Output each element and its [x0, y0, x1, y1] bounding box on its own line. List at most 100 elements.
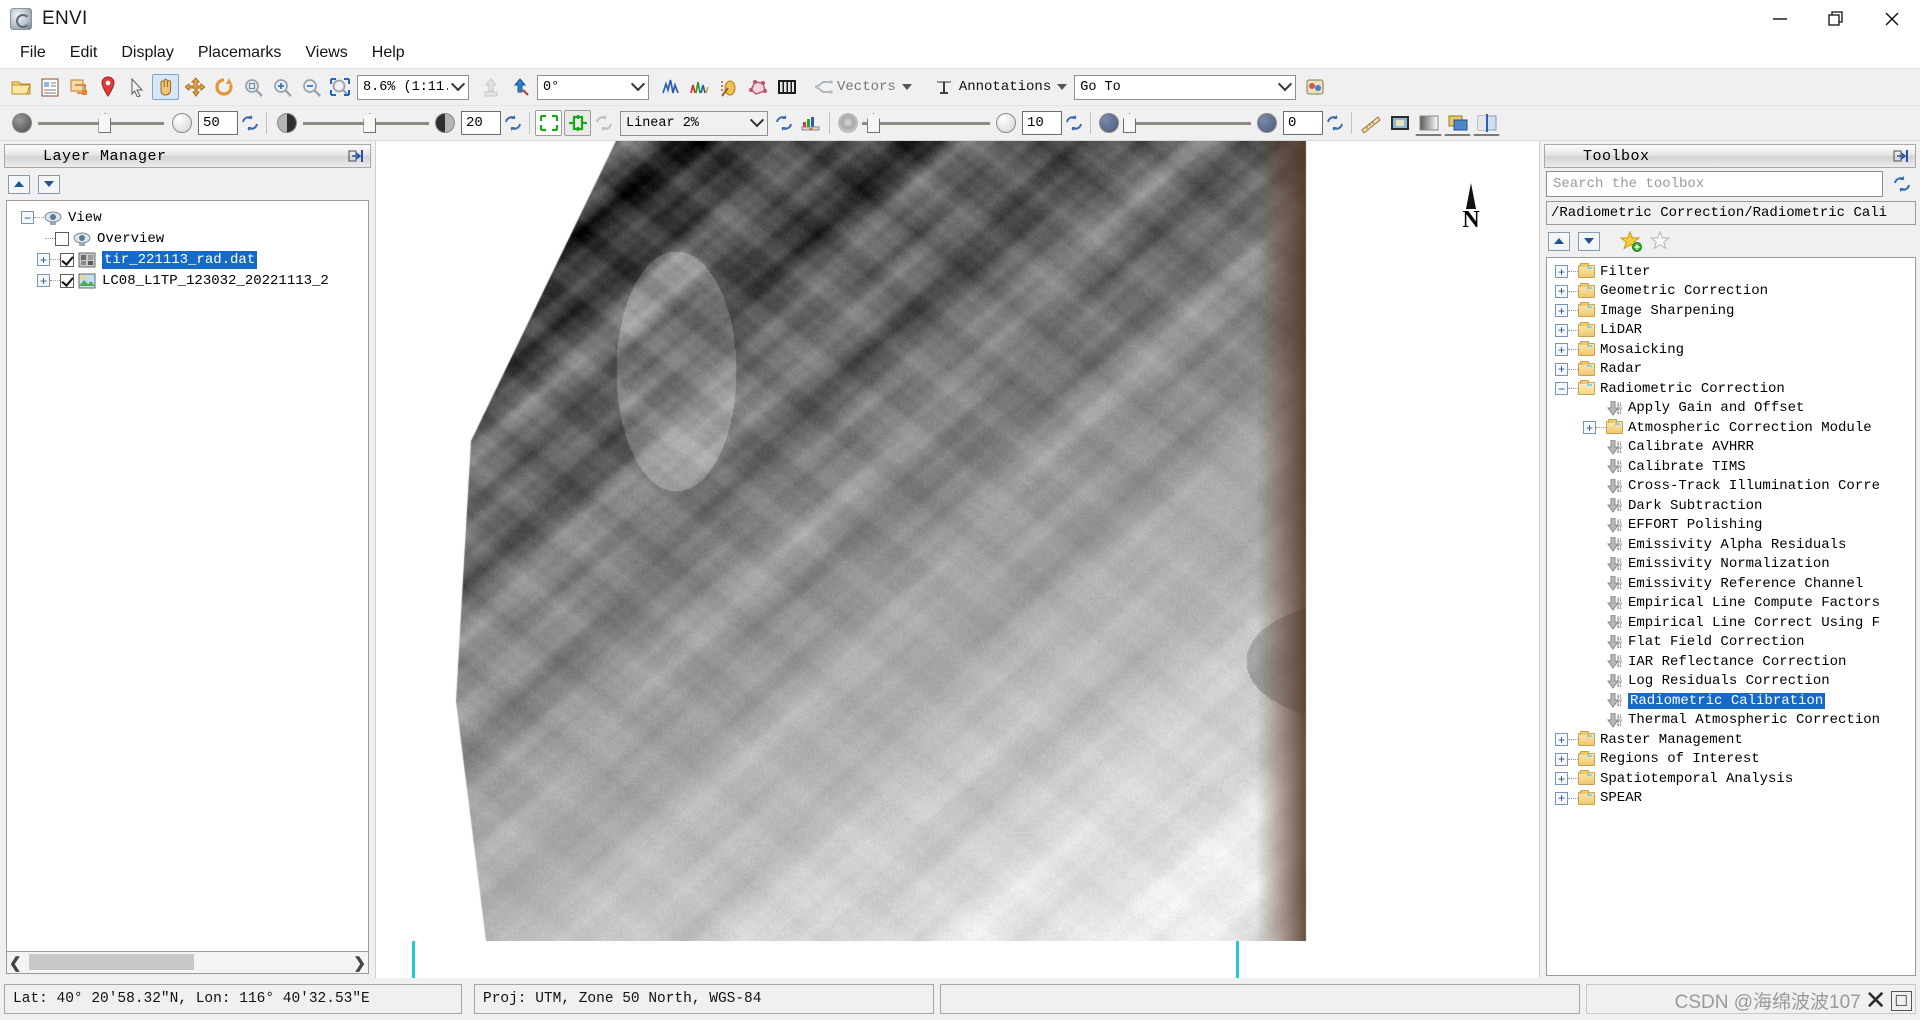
stretch-on-view-icon[interactable]: [535, 110, 562, 136]
expander-expand-icon[interactable]: +: [1555, 772, 1568, 786]
stretch-refresh-icon[interactable]: [592, 111, 616, 135]
reset-transparency-icon[interactable]: [1323, 111, 1347, 135]
toolbox-item-effort-polishing[interactable]: 01 10 01 EFFORT Polishing: [1547, 516, 1915, 536]
toolbox-item-thermal-atmospheric-correction[interactable]: 01 10 01 Thermal Atmospheric Correction: [1547, 711, 1915, 731]
stretch-type-combobox[interactable]: Linear 2%: [620, 110, 768, 136]
fly-navigate-icon[interactable]: [181, 74, 208, 100]
brightness-value-input[interactable]: 50: [198, 111, 238, 135]
color-slices-icon[interactable]: [773, 74, 800, 100]
toolbox-item-dark-subtraction[interactable]: 01 10 01 Dark Subtraction: [1547, 496, 1915, 516]
image-view[interactable]: N: [375, 141, 1540, 978]
expander-expand-icon[interactable]: +: [1555, 733, 1568, 747]
close-icon[interactable]: [1864, 0, 1920, 38]
zoom-out-icon[interactable]: [297, 74, 324, 100]
pan-hand-icon[interactable]: [152, 74, 179, 100]
toolbox-item-emissivity-alpha-residuals[interactable]: 01 10 01 Emissivity Alpha Residuals: [1547, 535, 1915, 555]
toolbox-item-filter[interactable]: + Filter: [1547, 262, 1915, 282]
expander-expand-icon[interactable]: +: [1555, 362, 1568, 376]
scroll-left-icon[interactable]: ❮: [9, 954, 22, 972]
wizard-icon[interactable]: [1301, 74, 1328, 100]
reset-brightness-icon[interactable]: [238, 111, 262, 135]
chevron-down-icon[interactable]: [747, 112, 767, 135]
stretch-on-full-scene-icon[interactable]: [564, 110, 591, 136]
remove-favorite-star-icon[interactable]: [1649, 230, 1672, 252]
layer-row-tir-rad[interactable]: + tir_221113_rad.dat: [7, 249, 368, 270]
apply-stretch-icon[interactable]: [772, 111, 796, 135]
chevron-down-icon[interactable]: [901, 84, 912, 90]
toolbox-item-spear[interactable]: + SPEAR: [1547, 789, 1915, 809]
rotate-icon[interactable]: [210, 74, 237, 100]
expander-expand-icon[interactable]: +: [37, 274, 50, 287]
chevron-down-icon[interactable]: [628, 76, 648, 99]
expander-collapse-icon[interactable]: −: [1555, 382, 1568, 396]
move-layer-up-button[interactable]: [8, 174, 30, 194]
toolbox-search-input[interactable]: Search the toolbox: [1546, 171, 1883, 197]
expander-expand-icon[interactable]: +: [1555, 343, 1568, 357]
dock-pin-icon[interactable]: [346, 147, 366, 165]
toolbox-item-log-residuals-correction[interactable]: 01 10 01 Log Residuals Correction: [1547, 672, 1915, 692]
sharpen-slider[interactable]: [862, 113, 990, 133]
sharpen-slider-thumb[interactable]: [867, 113, 881, 133]
north-up-icon[interactable]: [506, 74, 533, 100]
move-layer-down-button[interactable]: [38, 174, 60, 194]
toolbox-item-calibrate-tims[interactable]: 01 10 01 Calibrate TIMS: [1547, 457, 1915, 477]
region-of-interest-icon[interactable]: [715, 74, 742, 100]
chevron-down-icon[interactable]: [448, 76, 468, 99]
select-arrow-icon[interactable]: [123, 74, 150, 100]
expander-expand-icon[interactable]: +: [1555, 791, 1568, 805]
contrast-value-input[interactable]: 20: [461, 111, 501, 135]
layer-row-lc08[interactable]: + LC08_L1TP_123032_20221113_2: [7, 270, 368, 291]
chevron-down-icon[interactable]: [1275, 76, 1295, 99]
expander-expand-icon[interactable]: +: [1555, 323, 1568, 337]
flicker-layers-icon[interactable]: [1444, 110, 1471, 136]
raster-scene-canvas[interactable]: [376, 141, 1516, 941]
layer-row-view[interactable]: − View: [7, 207, 368, 228]
annotations-menu-button[interactable]: Annotations: [931, 78, 1070, 96]
dock-pin-icon[interactable]: [1891, 147, 1911, 165]
toolbox-item-lidar[interactable]: + LiDAR: [1547, 321, 1915, 341]
layer-visibility-checkbox[interactable]: [60, 273, 74, 288]
toolbox-item-radar[interactable]: + Radar: [1547, 360, 1915, 380]
toolbox-item-cross-track-illumination-corre[interactable]: 01 10 01 Cross-Track Illumination Corre: [1547, 477, 1915, 497]
measure-tool-icon[interactable]: [1357, 110, 1384, 136]
hscroll-thumb[interactable]: [29, 954, 194, 970]
toolbox-item-apply-gain-and-offset[interactable]: 01 10 01 Apply Gain and Offset: [1547, 399, 1915, 419]
toolbox-item-geometric-correction[interactable]: + Geometric Correction: [1547, 282, 1915, 302]
chevron-down-icon[interactable]: [1057, 84, 1068, 90]
toolbox-item-iar-reflectance-correction[interactable]: 01 10 01 IAR Reflectance Correction: [1547, 652, 1915, 672]
expander-expand-icon[interactable]: +: [1555, 752, 1568, 766]
crop-region-icon[interactable]: [65, 74, 92, 100]
sharpen-value-input[interactable]: 10: [1022, 111, 1062, 135]
layer-row-overview[interactable]: Overview: [7, 228, 368, 249]
zoom-level-combobox[interactable]: 8.6% (1:11.6): [357, 74, 469, 100]
toolbox-item-empirical-line-compute-factors[interactable]: 01 10 01 Empirical Line Compute Factors: [1547, 594, 1915, 614]
rotation-combobox[interactable]: 0°: [537, 74, 649, 100]
swipe-layers-icon[interactable]: [1473, 110, 1500, 136]
placemark-pin-icon[interactable]: [94, 74, 121, 100]
expander-expand-icon[interactable]: +: [37, 253, 50, 266]
expander-expand-icon[interactable]: +: [1555, 265, 1568, 279]
menu-placemarks[interactable]: Placemarks: [186, 41, 294, 65]
menu-display[interactable]: Display: [109, 41, 185, 65]
toolbox-item-mosaicking[interactable]: + Mosaicking: [1547, 340, 1915, 360]
layer-tree[interactable]: − View Overview + tir_221113_rad.dat + L…: [6, 200, 369, 952]
transparency-slider-thumb[interactable]: [1123, 113, 1136, 133]
blend-layers-icon[interactable]: [1415, 110, 1442, 136]
transparency-slider[interactable]: [1123, 113, 1251, 133]
menu-views[interactable]: Views: [293, 41, 359, 65]
toolbox-item-regions-of-interest[interactable]: + Regions of Interest: [1547, 750, 1915, 770]
contrast-slider-thumb[interactable]: [363, 113, 377, 133]
transparency-value-input[interactable]: 0: [1283, 111, 1323, 135]
brightness-slider[interactable]: [38, 113, 164, 133]
toolbox-item-radiometric-calibration[interactable]: 01 10 01 Radiometric Calibration: [1547, 691, 1915, 711]
reset-sharpen-icon[interactable]: [1062, 111, 1086, 135]
histogram-icon[interactable]: [797, 110, 824, 136]
menu-edit[interactable]: Edit: [58, 41, 110, 65]
toolbox-item-flat-field-correction[interactable]: 01 10 01 Flat Field Correction: [1547, 633, 1915, 653]
expander-expand-icon[interactable]: +: [1555, 304, 1568, 318]
toolbox-tree[interactable]: + Filter + Geometric Correction + Image Sharp…: [1546, 257, 1916, 976]
add-favorite-star-icon[interactable]: [1619, 230, 1642, 252]
toolbox-item-radiometric-correction[interactable]: − Radiometric Correction: [1547, 379, 1915, 399]
toolbox-item-image-sharpening[interactable]: + Image Sharpening: [1547, 301, 1915, 321]
menu-file[interactable]: File: [8, 41, 58, 65]
